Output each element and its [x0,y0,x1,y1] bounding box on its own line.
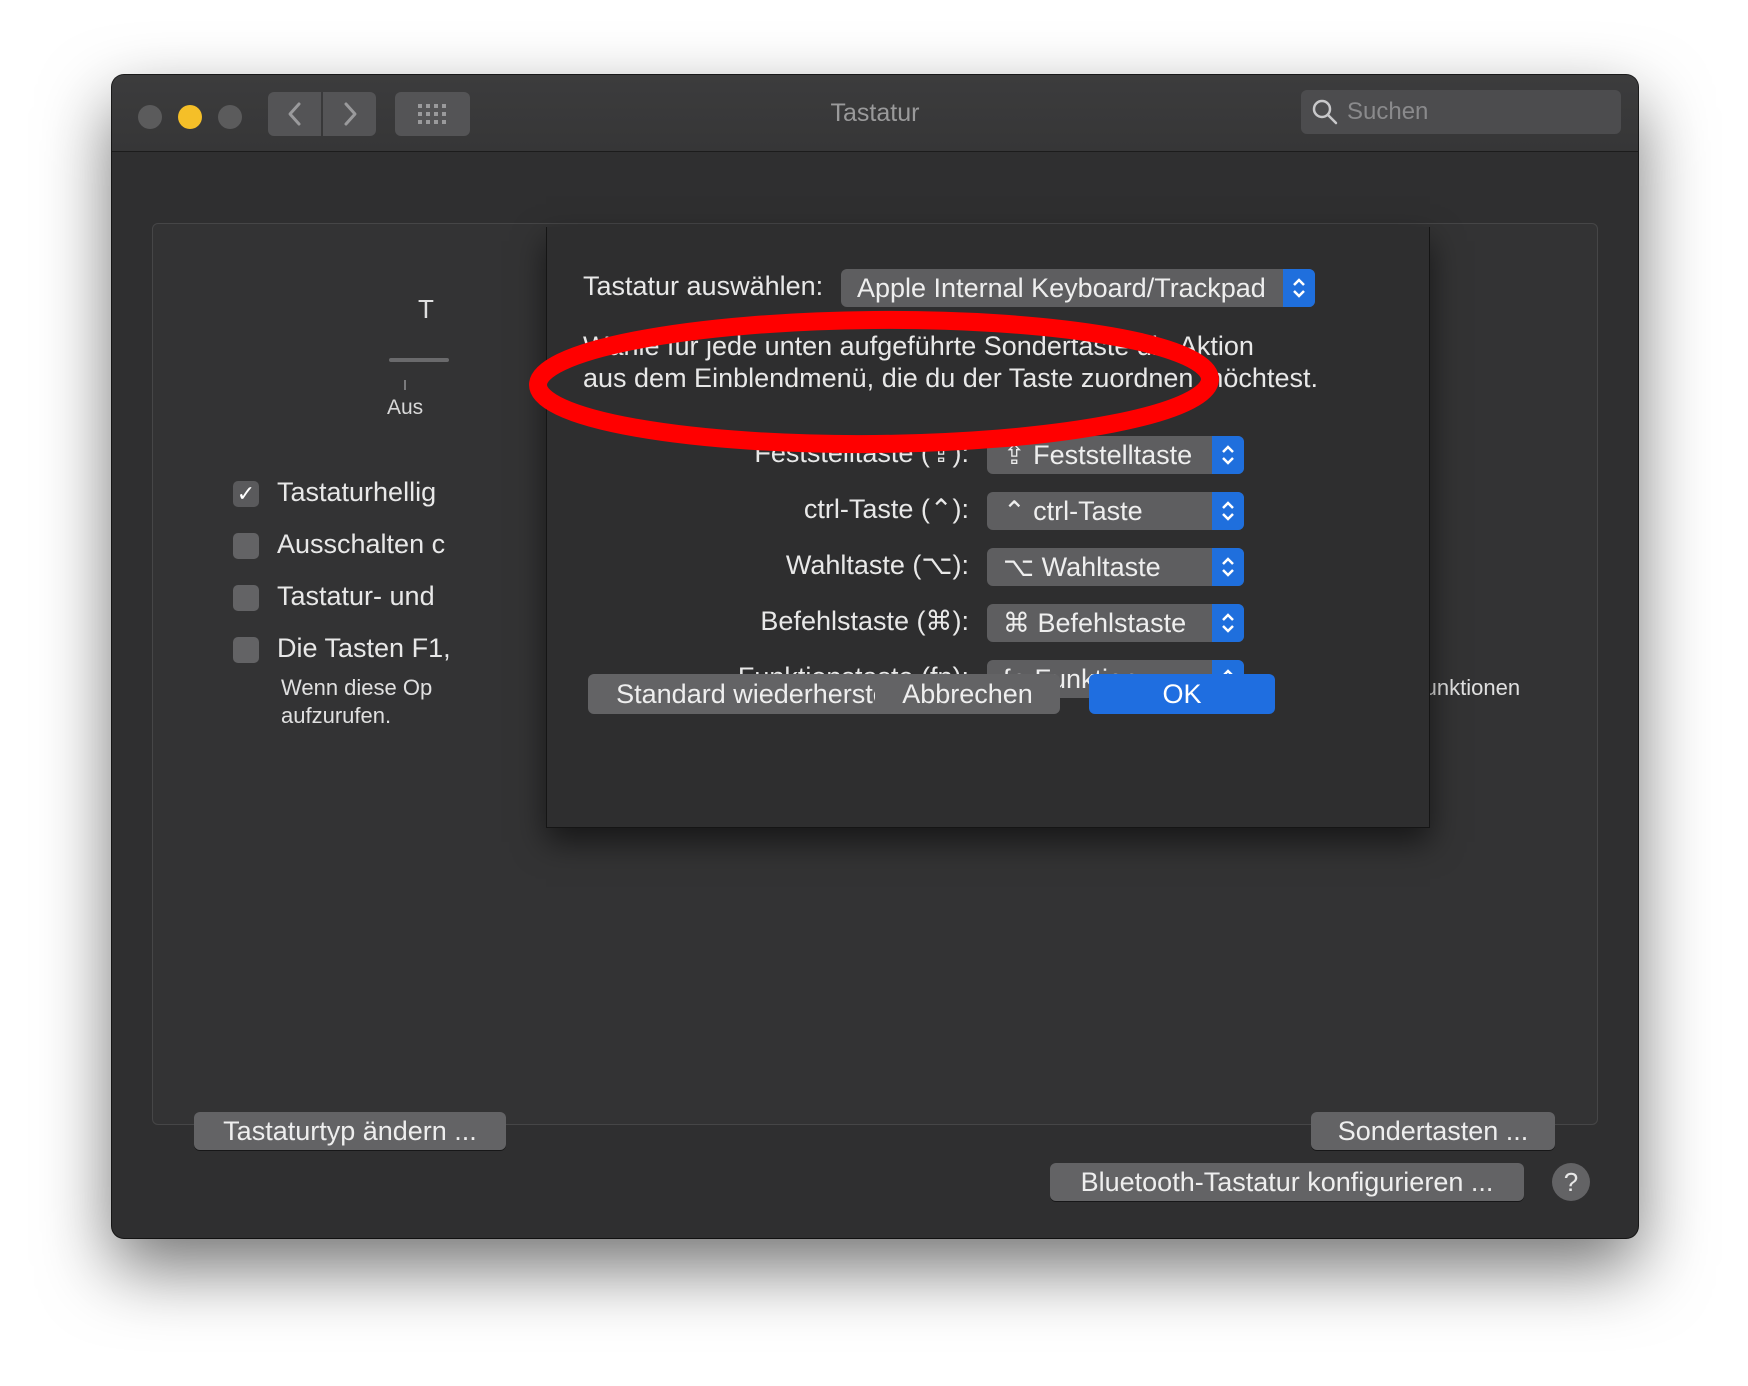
search-field[interactable]: Suchen [1301,90,1621,134]
command-key-select[interactable]: ⌘ Befehlstaste [987,604,1244,642]
preferences-window: Tastatur Suchen T Aus ✓ Tastaturhellig A… [112,75,1638,1238]
caps-lock-label: Feststelltaste (⇪): [754,438,969,468]
option-key-value: ⌥ Wahltaste [1003,551,1161,582]
checkbox-label: Tastaturhellig [277,477,437,507]
slider-tick [404,380,406,390]
search-icon [1312,99,1338,125]
keyboard-select-value: Apple Internal Keyboard/Trackpad [857,272,1266,303]
function-keys-note-line2: aufzurufen. [281,703,392,728]
help-button[interactable]: ? [1552,1163,1590,1201]
bluetooth-keyboard-button[interactable]: Bluetooth-Tastatur konfigurieren ... [1050,1163,1524,1201]
cancel-button[interactable]: Abbrechen [875,674,1060,714]
backlight-slider-track[interactable] [389,358,449,362]
updown-arrows-icon [1212,492,1244,530]
sheet-description-line2: aus dem Einblendmenü, die du der Taste z… [583,363,1318,393]
updown-arrows-icon [1212,436,1244,474]
caps-lock-value: ⇪ Feststelltaste [1003,439,1193,470]
sheet-description: Wähle für jede unten aufgeführte Sondert… [583,331,1254,361]
option-key-label: Wahltaste (⌥): [785,550,969,580]
function-keys-note: Wenn diese Op [281,675,433,700]
checkbox-turn-off[interactable] [233,533,259,559]
option-key-select[interactable]: ⌥ Wahltaste [987,548,1244,586]
control-key-label: ctrl-Taste (⌃): [803,494,969,524]
command-key-value: ⌘ Befehlstaste [1003,607,1187,638]
change-keyboard-type-button[interactable]: Tastaturtyp ändern ... [194,1112,506,1150]
checkbox-keyboard-viewer[interactable] [233,585,259,611]
search-placeholder: Suchen [1347,98,1429,125]
ok-button[interactable]: OK [1089,674,1275,714]
checkbox-label: Die Tasten F1, [277,633,451,663]
modifier-keys-sheet: Tastatur auswählen: Apple Internal Keybo… [546,227,1430,828]
caps-lock-select[interactable]: ⇪ Feststelltaste [987,436,1244,474]
select-keyboard-label: Tastatur auswählen: [583,271,824,301]
modifier-keys-button[interactable]: Sondertasten ... [1311,1112,1555,1150]
checkbox-keyboard-brightness[interactable]: ✓ [233,481,259,507]
control-key-value: ⌃ ctrl-Taste [1003,495,1143,526]
slider-label-off: Aus [387,396,424,419]
updown-arrows-icon [1283,269,1315,307]
checkbox-label: Tastatur- und [277,581,435,611]
checkbox-label: Ausschalten c [277,529,446,559]
tab-fragment: T [418,294,434,324]
command-key-label: Befehlstaste (⌘): [760,606,969,636]
updown-arrows-icon [1212,604,1244,642]
control-key-select[interactable]: ⌃ ctrl-Taste [987,492,1244,530]
keyboard-select[interactable]: Apple Internal Keyboard/Trackpad [841,269,1315,307]
title-bar: Tastatur Suchen [112,75,1638,152]
updown-arrows-icon [1212,548,1244,586]
checkbox-function-keys[interactable] [233,637,259,663]
